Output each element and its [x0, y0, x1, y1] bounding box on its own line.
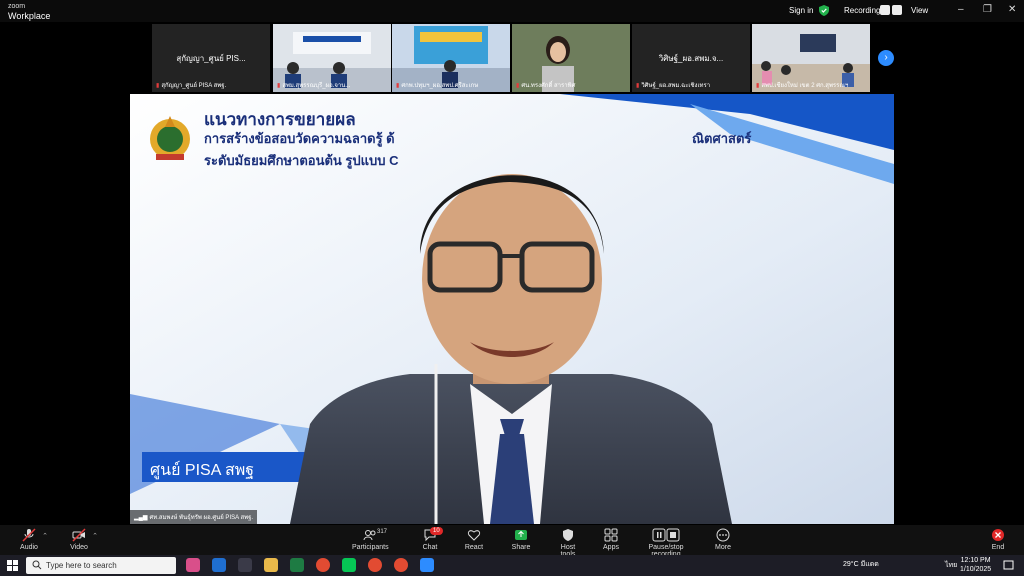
end-call-icon: [992, 529, 1004, 541]
participant-thumbnail-strip: สุกัญญา_ศูนย์ PIS... ▮ สุกัญญา_ศูนย์ PISA…: [152, 24, 872, 92]
muted-mic-icon: ▮: [636, 83, 640, 89]
muted-mic-icon: ▮: [516, 83, 520, 89]
react-button[interactable]: React: [463, 528, 485, 551]
close-window-icon[interactable]: ✕: [1008, 4, 1016, 15]
participant-label: ▮ สุกัญญา_ศูนย์ PISA สพฐ.: [156, 83, 227, 89]
participant-tile[interactable]: ▮ ศน.ทรงศักดิ์ สาราพิศ: [512, 24, 630, 92]
muted-mic-icon: ▮: [756, 83, 760, 89]
maximize-window-icon[interactable]: ❐: [983, 4, 992, 15]
encryption-shield-icon[interactable]: [819, 5, 829, 16]
meeting-controls-toolbar: Audio ⌃ Video ⌃ Participants 317 Chat 10…: [0, 525, 1024, 558]
heart-icon: [467, 530, 481, 541]
participant-label: ▮ สพม.สุพรรณบุรี_ผอ.จาน...: [277, 83, 351, 89]
windows-start-icon[interactable]: [7, 560, 18, 571]
weather-widget[interactable]: 29°C มีแดด: [843, 559, 879, 570]
view-menu-button[interactable]: View: [911, 6, 928, 15]
more-button[interactable]: More: [714, 528, 732, 551]
zoom-app-icon[interactable]: [420, 558, 434, 572]
windows-taskbar: Type here to search 29°C มีแดด ไทย 12:10…: [0, 555, 1024, 576]
video-off-camera-icon: [72, 528, 86, 542]
participant-tile[interactable]: ▮ สพป.เชียงใหม่ เขต 2 ศก.สุพรรณฯ: [752, 24, 870, 92]
chrome-app-icon[interactable]: [316, 558, 330, 572]
unread-chat-badge: 10: [430, 527, 443, 535]
more-dots-icon: [716, 528, 730, 542]
participant-tile[interactable]: ▮ ศกพ.ปทุมฯ_ผอ.สพป.ศรีสะเกษ: [392, 24, 510, 92]
search-icon: [32, 560, 42, 570]
line-app-icon[interactable]: [342, 558, 356, 572]
apps-grid-icon: [604, 528, 618, 542]
notifications-icon[interactable]: [1003, 560, 1014, 571]
brand-small: zoom: [8, 3, 26, 10]
pause-stop-icon: [652, 528, 680, 542]
pause-stop-recording-button[interactable]: Pause/stop recording: [636, 528, 696, 558]
stop-recording-icon[interactable]: [892, 5, 902, 15]
zoom-title-bar: zoom Workplace Sign in Recording... View…: [0, 0, 1024, 22]
muted-mic-icon: ▮: [156, 83, 160, 89]
copilot-app-icon[interactable]: [186, 558, 200, 572]
participant-label: ▮ ศกพ.ปทุมฯ_ผอ.สพป.ศรีสะเกษ: [396, 83, 479, 89]
participant-label: ▮ สพป.เชียงใหม่ เขต 2 ศก.สุพรรณฯ: [756, 83, 849, 89]
participant-tile[interactable]: สุกัญญา_ศูนย์ PIS... ▮ สุกัญญา_ศูนย์ PISA…: [152, 24, 270, 92]
task-view-icon[interactable]: [238, 558, 252, 572]
participant-name: วิศิษฐ์_ผอ.สพม.จ...: [658, 54, 724, 63]
audio-options-chevron-icon[interactable]: ⌃: [42, 532, 48, 540]
video-button[interactable]: Video ⌃: [68, 528, 98, 551]
host-tools-button[interactable]: Host tools: [553, 528, 583, 558]
participant-name: สุกัญญา_ศูนย์ PIS...: [176, 54, 246, 63]
brand-name: Workplace: [8, 11, 51, 21]
sign-in-link[interactable]: Sign in: [789, 6, 813, 15]
outlook-app-icon[interactable]: [212, 558, 226, 572]
audio-button[interactable]: Audio ⌃: [18, 528, 48, 551]
slide-subtitle-tail: ณิตศาสตร์: [692, 131, 752, 146]
participant-label: ▮ ศน.ทรงศักดิ์ สาราพิศ: [516, 83, 576, 89]
muted-microphone-icon: [22, 528, 36, 542]
active-speaker-video: แนวทางการขยายผล การสร้างข้อสอบวัดความฉลา…: [130, 94, 894, 524]
shield-icon: [563, 529, 573, 541]
signal-strength-icon: ▂▄▆: [134, 515, 148, 521]
zoom-logo: zoom Workplace: [8, 3, 51, 21]
speaker-name-label: ▂▄▆ ศท.สมพงษ์ พันธุ์ทรัพ ผอ.ศูนย์ PISA สพ…: [130, 510, 258, 524]
next-page-arrow-icon[interactable]: ›: [878, 50, 894, 66]
video-options-chevron-icon[interactable]: ⌃: [92, 532, 98, 540]
file-explorer-icon[interactable]: [264, 558, 278, 572]
end-meeting-button[interactable]: End: [990, 528, 1006, 551]
system-clock[interactable]: 12:10 PM 1/10/2025: [960, 556, 991, 574]
muted-mic-icon: ▮: [396, 83, 400, 89]
slide-subtitle-2: ระดับมัธยมศึกษาตอนต้น รูปแบบ C: [204, 153, 399, 168]
pause-recording-icon[interactable]: [880, 5, 890, 15]
search-placeholder: Type here to search: [46, 561, 117, 570]
slide-subtitle: การสร้างข้อสอบวัดความฉลาดรู้ ด้: [204, 131, 395, 146]
share-button[interactable]: Share: [510, 528, 532, 551]
taskbar-search-box[interactable]: Type here to search: [26, 557, 176, 574]
participants-count: 317: [377, 529, 388, 535]
participant-tile[interactable]: วิศิษฐ์_ผอ.สพม.จ... ▮ วิศิษฐ์_ผอ.สพม.ฉะเช…: [632, 24, 750, 92]
muted-mic-icon: ▮: [277, 83, 281, 89]
participants-icon: [363, 530, 376, 541]
apps-button[interactable]: Apps: [602, 528, 620, 551]
chrome-app-icon[interactable]: [394, 558, 408, 572]
input-language-indicator[interactable]: ไทย: [945, 560, 957, 571]
clock-date: 1/10/2025: [960, 566, 992, 573]
slide-center-tag: ศูนย์ PISA สพฐ: [150, 462, 255, 479]
participant-label: ▮ วิศิษฐ์_ผอ.สพม.ฉะเชิงเทรา: [636, 83, 711, 89]
chrome-app-icon[interactable]: [368, 558, 382, 572]
excel-app-icon[interactable]: [290, 558, 304, 572]
clock-time: 12:10 PM: [960, 557, 991, 564]
minimize-window-icon[interactable]: –: [958, 4, 964, 15]
share-screen-icon: [515, 530, 527, 540]
participant-tile[interactable]: ▮ สพม.สุพรรณบุรี_ผอ.จาน...: [273, 24, 391, 92]
